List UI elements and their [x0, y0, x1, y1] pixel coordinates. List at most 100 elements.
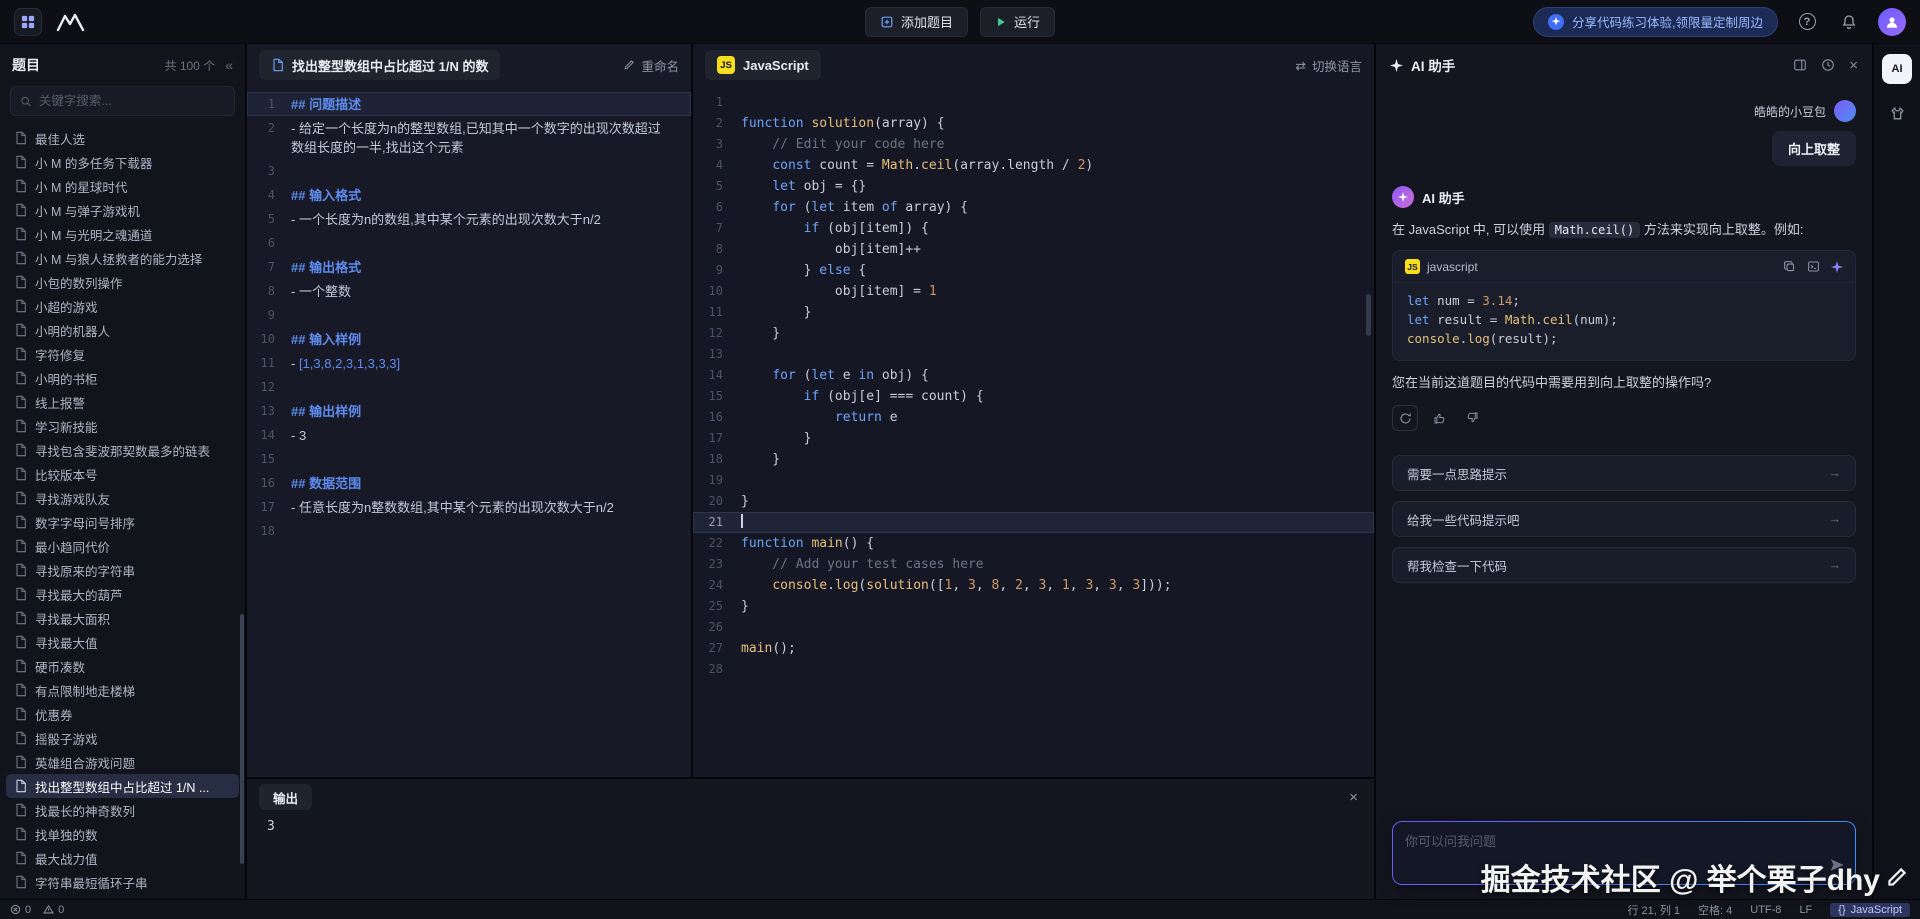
code-line[interactable]: 6 for (let item of array) {	[693, 197, 1374, 218]
problem-line[interactable]: 8- 一个整数	[247, 279, 691, 303]
problem-line[interactable]: 1## 问题描述	[247, 92, 691, 116]
problem-line[interactable]: 2- 给定一个长度为n的整型数组,已知其中一个数字的出现次数超过数组长度的一半,…	[247, 116, 691, 159]
sidebar-item[interactable]: 找单独的数	[6, 822, 239, 846]
problem-line[interactable]: 12	[247, 375, 691, 399]
sidebar-item[interactable]: 小明的书柜	[6, 366, 239, 390]
problem-line[interactable]: 14- 3	[247, 423, 691, 447]
code-line[interactable]: 20}	[693, 491, 1374, 512]
sidebar-item[interactable]: 寻找最大的葫芦	[6, 582, 239, 606]
code-line[interactable]: 19	[693, 470, 1374, 491]
sidebar-item[interactable]: 最大战力值	[6, 846, 239, 870]
sidebar-scrollbar[interactable]	[240, 614, 244, 864]
code-line[interactable]: 2function solution(array) {	[693, 113, 1374, 134]
code-line[interactable]: 25}	[693, 596, 1374, 617]
close-ai-panel-icon[interactable]: ×	[1849, 57, 1858, 74]
suggestion-chip[interactable]: 给我一些代码提示吧→	[1392, 501, 1856, 537]
sidebar-item[interactable]: 寻找最大面积	[6, 606, 239, 630]
switch-language-button[interactable]: ⇄ 切换语言	[1296, 56, 1363, 75]
sidebar-item[interactable]: 小明的机器人	[6, 318, 239, 342]
sidebar-item[interactable]: 小 M 的星球时代	[6, 174, 239, 198]
rename-button[interactable]: 重命名	[623, 56, 679, 75]
code-line[interactable]: 14 for (let e in obj) {	[693, 365, 1374, 386]
code-line[interactable]: 7 if (obj[item]) {	[693, 218, 1374, 239]
code-line[interactable]: 1	[693, 92, 1374, 113]
problem-line[interactable]: 6	[247, 231, 691, 255]
help-icon[interactable]: ?	[1794, 9, 1820, 35]
sidebar-item[interactable]: 英雄组合游戏问题	[6, 750, 239, 774]
close-output-icon[interactable]: ×	[1345, 789, 1362, 806]
add-problem-button[interactable]: 添加题目	[865, 7, 968, 37]
code-line[interactable]: 27main();	[693, 638, 1374, 659]
sidebar-item[interactable]: 字符修复	[6, 342, 239, 366]
errors-status[interactable]: 0	[10, 904, 31, 916]
send-icon[interactable]	[1829, 857, 1845, 876]
problem-title-pill[interactable]: 找出整型数组中占比超过 1/N 的数	[259, 50, 500, 80]
editor-scrollbar[interactable]	[1366, 294, 1371, 336]
suggestion-chip[interactable]: 需要一点思路提示→	[1392, 455, 1856, 491]
search-input[interactable]	[39, 94, 225, 108]
sidebar-item[interactable]: 有点限制地走楼梯	[6, 678, 239, 702]
problem-line[interactable]: 7## 输出格式	[247, 255, 691, 279]
open-in-sidebar-icon[interactable]	[1793, 58, 1807, 72]
history-icon[interactable]	[1821, 58, 1835, 72]
sidebar-item[interactable]: 硬币凑数	[6, 654, 239, 678]
thumbs-up-icon[interactable]	[1426, 405, 1452, 431]
code-line[interactable]: 15 if (obj[e] === count) {	[693, 386, 1374, 407]
ai-rail-button[interactable]: AI	[1882, 54, 1912, 84]
sidebar-item[interactable]: 字符串最短循环子串	[6, 870, 239, 894]
code-line[interactable]: 4 const count = Math.ceil(array.length /…	[693, 155, 1374, 176]
code-line[interactable]: 8 obj[item]++	[693, 239, 1374, 260]
problem-line[interactable]: 15	[247, 447, 691, 471]
sidebar-item[interactable]: 寻找原来的字符串	[6, 558, 239, 582]
problem-line[interactable]: 17- 任意长度为n整数数组,其中某个元素的出现次数大于n/2	[247, 495, 691, 519]
regenerate-icon[interactable]	[1392, 405, 1418, 431]
code-line[interactable]: 12 }	[693, 323, 1374, 344]
problem-line[interactable]: 13## 输出样例	[247, 399, 691, 423]
sidebar-item[interactable]: 找出整型数组中占比超过 1/N ...	[6, 774, 239, 798]
collapse-sidebar-icon[interactable]: «	[225, 57, 233, 73]
sidebar-item[interactable]: 比较版本号	[6, 462, 239, 486]
code-line[interactable]: 18 }	[693, 449, 1374, 470]
sidebar-item[interactable]: 优惠券	[6, 702, 239, 726]
language-status[interactable]: {} JavaScript	[1830, 903, 1910, 917]
code-line[interactable]: 22function main() {	[693, 533, 1374, 554]
magic-apply-icon[interactable]	[1831, 261, 1843, 273]
user-avatar[interactable]	[1878, 8, 1906, 36]
thumbs-down-icon[interactable]	[1460, 405, 1486, 431]
sidebar-item[interactable]: 寻找游戏队友	[6, 486, 239, 510]
sidebar-item[interactable]: 摇骰子游戏	[6, 726, 239, 750]
cursor-position[interactable]: 行 21, 列 1	[1627, 902, 1680, 918]
code-line[interactable]: 24 console.log(solution([1, 3, 8, 2, 3, …	[693, 575, 1374, 596]
language-pill[interactable]: JS JavaScript	[705, 50, 821, 80]
problem-line[interactable]: 3	[247, 159, 691, 183]
code-line[interactable]: 3 // Edit your code here	[693, 134, 1374, 155]
problem-markdown[interactable]: 1## 问题描述2- 给定一个长度为n的整型数组,已知其中一个数字的出现次数超过…	[247, 86, 691, 777]
run-button[interactable]: 运行	[980, 7, 1055, 37]
code-line[interactable]: 26	[693, 617, 1374, 638]
sidebar-item[interactable]: 数字字母问号排序	[6, 510, 239, 534]
problem-line[interactable]: 9	[247, 303, 691, 327]
suggestion-chip[interactable]: 帮我检查一下代码→	[1392, 547, 1856, 583]
app-logo[interactable]	[14, 8, 42, 36]
encoding-status[interactable]: UTF-8	[1750, 904, 1781, 916]
sidebar-item[interactable]: 学习新技能	[6, 414, 239, 438]
output-tab[interactable]: 输出	[259, 784, 312, 810]
code-line[interactable]: 21	[693, 512, 1374, 533]
sidebar-item[interactable]: 找最长的神奇数列	[6, 798, 239, 822]
sidebar-item[interactable]: 最小趋同代价	[6, 534, 239, 558]
theme-rail-icon[interactable]	[1884, 100, 1910, 126]
eol-status[interactable]: LF	[1799, 904, 1812, 916]
sidebar-item[interactable]: 小 M 与弹子游戏机	[6, 198, 239, 222]
sidebar-item[interactable]: 小 M 与光明之魂通道	[6, 222, 239, 246]
insert-code-icon[interactable]	[1807, 260, 1820, 273]
problem-line[interactable]: 11- [1,3,8,2,3,1,3,3,3]	[247, 351, 691, 375]
bell-icon[interactable]	[1836, 9, 1862, 35]
code-line[interactable]: 11 }	[693, 302, 1374, 323]
sidebar-item[interactable]: 小超的游戏	[6, 294, 239, 318]
marscode-logo[interactable]	[56, 12, 88, 32]
problem-line[interactable]: 10## 输入样例	[247, 327, 691, 351]
sidebar-item[interactable]: 寻找包含斐波那契数最多的链表	[6, 438, 239, 462]
sidebar-item[interactable]: 小 M 的多任务下载器	[6, 150, 239, 174]
code-line[interactable]: 28	[693, 659, 1374, 680]
sidebar-item[interactable]: 寻找最大值	[6, 630, 239, 654]
